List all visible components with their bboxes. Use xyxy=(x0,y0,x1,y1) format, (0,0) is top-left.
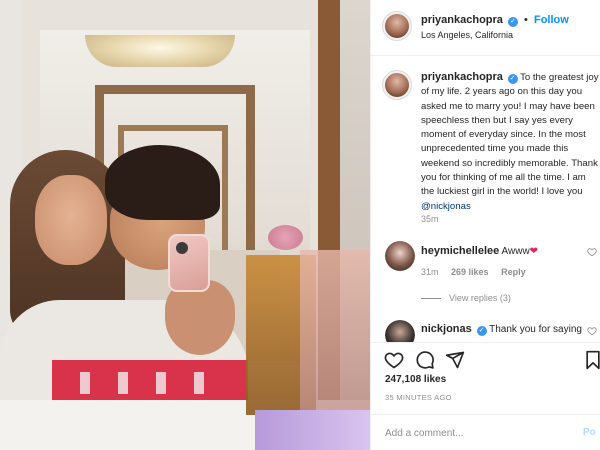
caption-username[interactable]: priyankachopra xyxy=(421,71,503,83)
photo-lilac-block xyxy=(255,410,370,450)
heart-icon[interactable] xyxy=(384,350,404,370)
red-heart-emoji: ❤ xyxy=(529,246,539,257)
post-photo[interactable] xyxy=(0,0,370,450)
comment-time[interactable]: 31m xyxy=(421,267,439,277)
caption-mention-link[interactable]: @nickjonas xyxy=(421,201,471,212)
comment-avatar[interactable] xyxy=(385,320,415,342)
share-icon[interactable] xyxy=(445,350,465,370)
action-bar xyxy=(371,342,600,372)
post-timestamp[interactable]: 35 MINUTES AGO xyxy=(385,393,452,402)
comment-heart-icon[interactable] xyxy=(587,326,597,338)
photo-rose-block xyxy=(300,250,370,420)
comments-scroll-area[interactable]: priyankachopra ✓ To the greatest joy of … xyxy=(371,56,600,342)
comment-username[interactable]: nickjonas xyxy=(421,323,472,335)
comment-text: Thank you for saying xyxy=(489,324,582,335)
comment-meta: 31m 269 likes Reply xyxy=(421,267,536,277)
photo-flowers xyxy=(268,225,303,250)
follow-button[interactable]: Follow xyxy=(534,14,569,26)
bookmark-icon[interactable] xyxy=(583,350,600,370)
view-replies-button[interactable]: View replies (3) xyxy=(421,293,511,303)
photo-man-hair xyxy=(105,145,220,220)
photo-woman-face xyxy=(35,175,107,265)
likes-count[interactable]: 247,108 likes xyxy=(385,374,446,385)
author-avatar-image xyxy=(385,14,409,38)
comment-item: heymichellelee Awww❤ xyxy=(421,245,538,257)
verified-badge-icon: ✓ xyxy=(476,326,487,336)
comment-icon[interactable] xyxy=(415,350,435,370)
comment-text: Awww xyxy=(501,246,530,257)
caption-text: To the greatest joy of my life. 2 years … xyxy=(421,72,599,198)
view-replies-label: View replies (3) xyxy=(449,293,511,303)
header-line: priyankachopra ✓ • Follow xyxy=(421,14,569,27)
view-replies-line xyxy=(421,298,441,300)
comment-username[interactable]: heymichellelee xyxy=(421,245,499,257)
separator-dot: • xyxy=(524,14,528,26)
comment-likes[interactable]: 269 likes xyxy=(451,267,489,277)
post-caption: priyankachopra ✓ To the greatest joy of … xyxy=(421,70,599,214)
photo-chandelier xyxy=(85,35,235,67)
verified-badge-icon: ✓ xyxy=(507,17,518,27)
comment-avatar-image xyxy=(385,320,415,342)
comment-input[interactable] xyxy=(385,423,575,443)
photo-phone xyxy=(168,234,210,292)
verified-badge-icon: ✓ xyxy=(507,74,518,84)
post-header: priyankachopra ✓ • Follow Los Angeles, C… xyxy=(371,0,600,56)
post-location[interactable]: Los Angeles, California xyxy=(421,30,513,40)
comment-reply-button[interactable]: Reply xyxy=(501,267,526,277)
post-comment-button[interactable]: Po xyxy=(583,427,596,438)
author-avatar[interactable] xyxy=(382,11,412,41)
post-sidebar: priyankachopra ✓ • Follow Los Angeles, C… xyxy=(370,0,600,450)
comment-heart-icon[interactable] xyxy=(587,247,597,259)
comment-avatar[interactable] xyxy=(385,241,415,271)
photo-bag-pattern xyxy=(80,372,230,394)
comment-avatar-image xyxy=(385,241,415,271)
comment-item: nickjonas ✓ Thank you for saying xyxy=(421,323,582,336)
caption-avatar[interactable] xyxy=(382,70,412,100)
caption-time[interactable]: 35m xyxy=(421,214,439,224)
comment-composer: Po xyxy=(371,414,600,450)
author-username[interactable]: priyankachopra xyxy=(421,14,503,26)
photo-phone-lens xyxy=(176,242,188,254)
caption-avatar-image xyxy=(385,73,409,97)
